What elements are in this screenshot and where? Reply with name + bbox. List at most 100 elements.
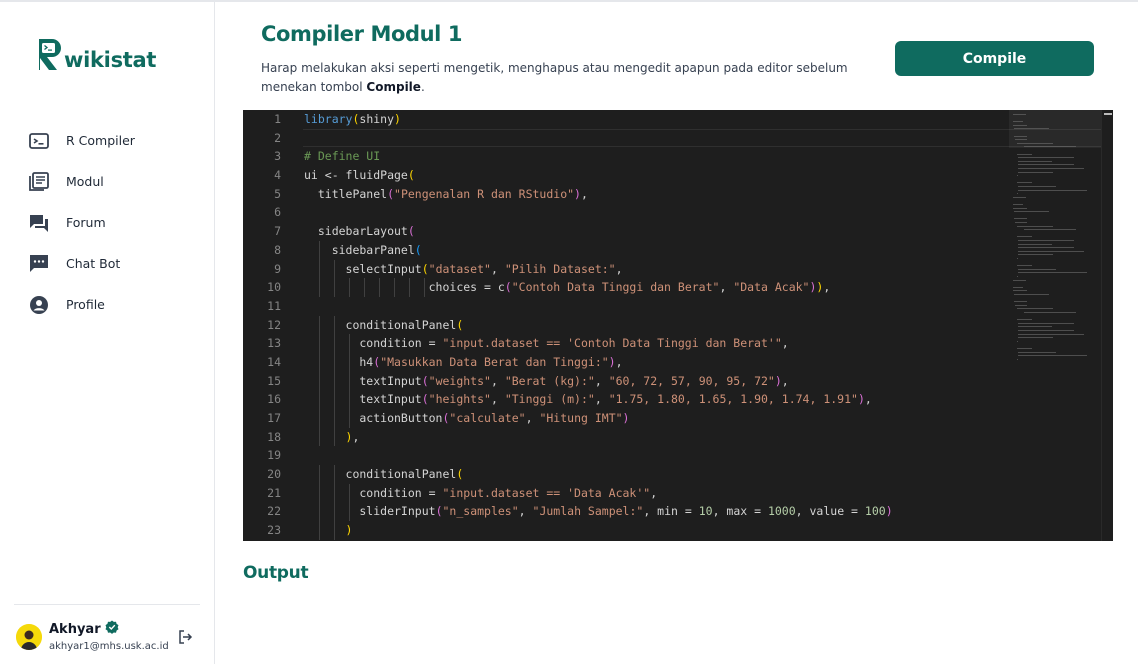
sidebar-item-modul[interactable]: Modul bbox=[28, 161, 208, 202]
minimap-line bbox=[1017, 268, 1057, 270]
editor-minimap[interactable] bbox=[1009, 110, 1101, 541]
code-line[interactable]: 11 bbox=[243, 297, 1003, 316]
code-editor[interactable]: 1 library(shiny) 2 3 # Define UI 4 ui <- fluid… bbox=[243, 110, 1113, 541]
minimap-line bbox=[1013, 286, 1023, 288]
code-text: sliderInput("n_samples", "Jumlah Sampel:… bbox=[304, 504, 893, 519]
app-logo[interactable]: wikistat bbox=[37, 36, 156, 72]
line-number: 20 bbox=[267, 467, 281, 482]
code-text: choices = c("Contoh Data Tinggi dan Bera… bbox=[304, 280, 831, 295]
minimap-line bbox=[1014, 135, 1027, 137]
verified-badge-icon bbox=[105, 620, 119, 638]
code-line[interactable]: 4 ui <- fluidPage( bbox=[243, 166, 1003, 185]
minimap-line bbox=[1017, 240, 1074, 241]
minimap-line bbox=[1017, 272, 1088, 274]
scrollbar-thumb[interactable] bbox=[1104, 113, 1112, 115]
code-line[interactable]: 21 condition = "input.dataset == 'Data A… bbox=[243, 483, 1003, 503]
code-line[interactable]: 13 condition = "input.dataset == 'Contoh… bbox=[243, 334, 1003, 353]
line-number: 3 bbox=[274, 149, 281, 164]
line-highlight bbox=[303, 241, 1113, 260]
code-line[interactable]: 10 choices = c("Contoh Data Tinggi dan B… bbox=[243, 278, 1003, 297]
code-line[interactable]: 5 titlePanel("Pengenalan R dan RStudio")… bbox=[243, 185, 1003, 204]
code-line[interactable]: 14 h4("Masukkan Data Berat dan Tinggi:")… bbox=[243, 352, 1003, 372]
minimap-line bbox=[1016, 348, 1032, 349]
line-highlight bbox=[303, 147, 1113, 166]
code-line[interactable]: 20 conditionalPanel( bbox=[243, 465, 1003, 484]
code-text: titlePanel("Pengenalan R dan RStudio"), bbox=[304, 186, 588, 201]
line-number: 7 bbox=[274, 224, 281, 239]
minimap-line bbox=[1016, 308, 1053, 310]
sidebar-item-label: R Compiler bbox=[66, 133, 135, 148]
minimap-line bbox=[1013, 196, 1026, 198]
minimap-line bbox=[1013, 124, 1028, 126]
minimap-line bbox=[1017, 355, 1088, 357]
logo-text: wikistat bbox=[64, 48, 157, 72]
sidebar-item-label: Modul bbox=[66, 174, 104, 189]
line-number: 9 bbox=[274, 261, 281, 276]
code-line[interactable]: 3 # Define UI bbox=[243, 147, 1003, 166]
minimap-line bbox=[1017, 189, 1088, 191]
code-line[interactable]: 22 sliderInput("n_samples", "Jumlah Samp… bbox=[243, 502, 1003, 522]
code-text: textInput("weights", "Berat (kg):", "60,… bbox=[304, 373, 789, 388]
code-text: sidebarLayout( bbox=[304, 224, 415, 239]
code-text: condition = "input.dataset == 'Contoh Da… bbox=[304, 336, 789, 351]
code-line[interactable]: 15 textInput("weights", "Berat (kg):", "… bbox=[243, 371, 1003, 391]
sidebar-item-r-compiler[interactable]: R Compiler bbox=[28, 120, 208, 161]
sidebar-item-chat-bot[interactable]: Chat Bot bbox=[28, 243, 208, 284]
description-text: Harap melakukan aksi seperti mengetik, m… bbox=[261, 61, 848, 94]
line-highlight bbox=[303, 110, 1113, 129]
logo-r-mark bbox=[37, 37, 63, 72]
sidebar-item-forum[interactable]: Forum bbox=[28, 202, 208, 243]
code-line[interactable]: 18 ), bbox=[243, 427, 1003, 447]
editor-scrollbar[interactable] bbox=[1101, 110, 1113, 541]
code-line[interactable]: 23 ) bbox=[243, 521, 1003, 540]
minimap-line bbox=[1016, 258, 1019, 259]
line-highlight bbox=[303, 521, 1113, 540]
minimap-line bbox=[1017, 322, 1074, 324]
minimap-line bbox=[1016, 276, 1018, 277]
page-title: Compiler Modul 1 bbox=[261, 22, 463, 46]
code-line[interactable]: 16 textInput("heights", "Tinggi (m):", "… bbox=[243, 390, 1003, 409]
user-card: Akhyar akhyar1@mhs.usk.ac.id bbox=[16, 620, 206, 660]
minimap-line bbox=[1017, 326, 1052, 328]
line-number: 23 bbox=[267, 523, 281, 538]
line-number: 19 bbox=[267, 448, 281, 463]
line-number: 1 bbox=[274, 112, 281, 126]
line-number: 2 bbox=[274, 130, 281, 145]
line-highlight bbox=[303, 297, 1113, 316]
code-line[interactable]: 6 bbox=[243, 203, 1003, 222]
code-line[interactable]: 2 bbox=[243, 128, 1113, 148]
minimap-line bbox=[1013, 121, 1023, 123]
minimap-line bbox=[1023, 312, 1076, 313]
minimap-line bbox=[1016, 193, 1018, 195]
line-highlight bbox=[303, 428, 1113, 447]
code-text: conditionalPanel( bbox=[304, 317, 464, 332]
account-circle-icon bbox=[28, 294, 50, 316]
minimap-line bbox=[1014, 294, 1050, 295]
code-line[interactable]: 12 conditionalPanel( bbox=[243, 315, 1003, 335]
logout-icon[interactable] bbox=[177, 629, 193, 645]
code-line[interactable]: 1 library(shiny) bbox=[243, 110, 1003, 129]
code-lines[interactable]: 1 library(shiny) 2 3 # Define UI 4 ui <- fluid… bbox=[243, 110, 1113, 540]
minimap-line bbox=[1016, 265, 1032, 267]
code-line[interactable]: 19 bbox=[243, 446, 1003, 465]
minimap-line bbox=[1014, 128, 1050, 130]
code-line[interactable]: 7 sidebarLayout( bbox=[243, 222, 1003, 241]
compile-button[interactable]: Compile bbox=[895, 41, 1094, 76]
code-line[interactable]: 17 actionButton("calculate", "Hitung IMT… bbox=[243, 409, 1003, 428]
minimap-line bbox=[1017, 157, 1074, 159]
sidebar-item-profile[interactable]: Profile bbox=[28, 284, 208, 325]
minimap-line bbox=[1015, 139, 1028, 141]
code-line[interactable]: 9 selectInput("dataset", "Pilih Dataset:… bbox=[243, 259, 1003, 279]
line-number: 16 bbox=[267, 392, 281, 407]
minimap-line bbox=[1023, 229, 1076, 231]
minimap-line bbox=[1013, 114, 1026, 115]
minimap-line bbox=[1017, 186, 1057, 187]
code-line[interactable]: 8 sidebarPanel( bbox=[243, 240, 1003, 260]
line-number: 6 bbox=[274, 205, 281, 220]
line-number: 17 bbox=[267, 411, 281, 425]
minimap-line bbox=[1016, 358, 1018, 360]
line-number: 13 bbox=[267, 336, 281, 351]
line-number: 4 bbox=[274, 168, 281, 183]
code-text: ui <- fluidPage( bbox=[304, 168, 415, 183]
avatar[interactable] bbox=[16, 624, 42, 650]
